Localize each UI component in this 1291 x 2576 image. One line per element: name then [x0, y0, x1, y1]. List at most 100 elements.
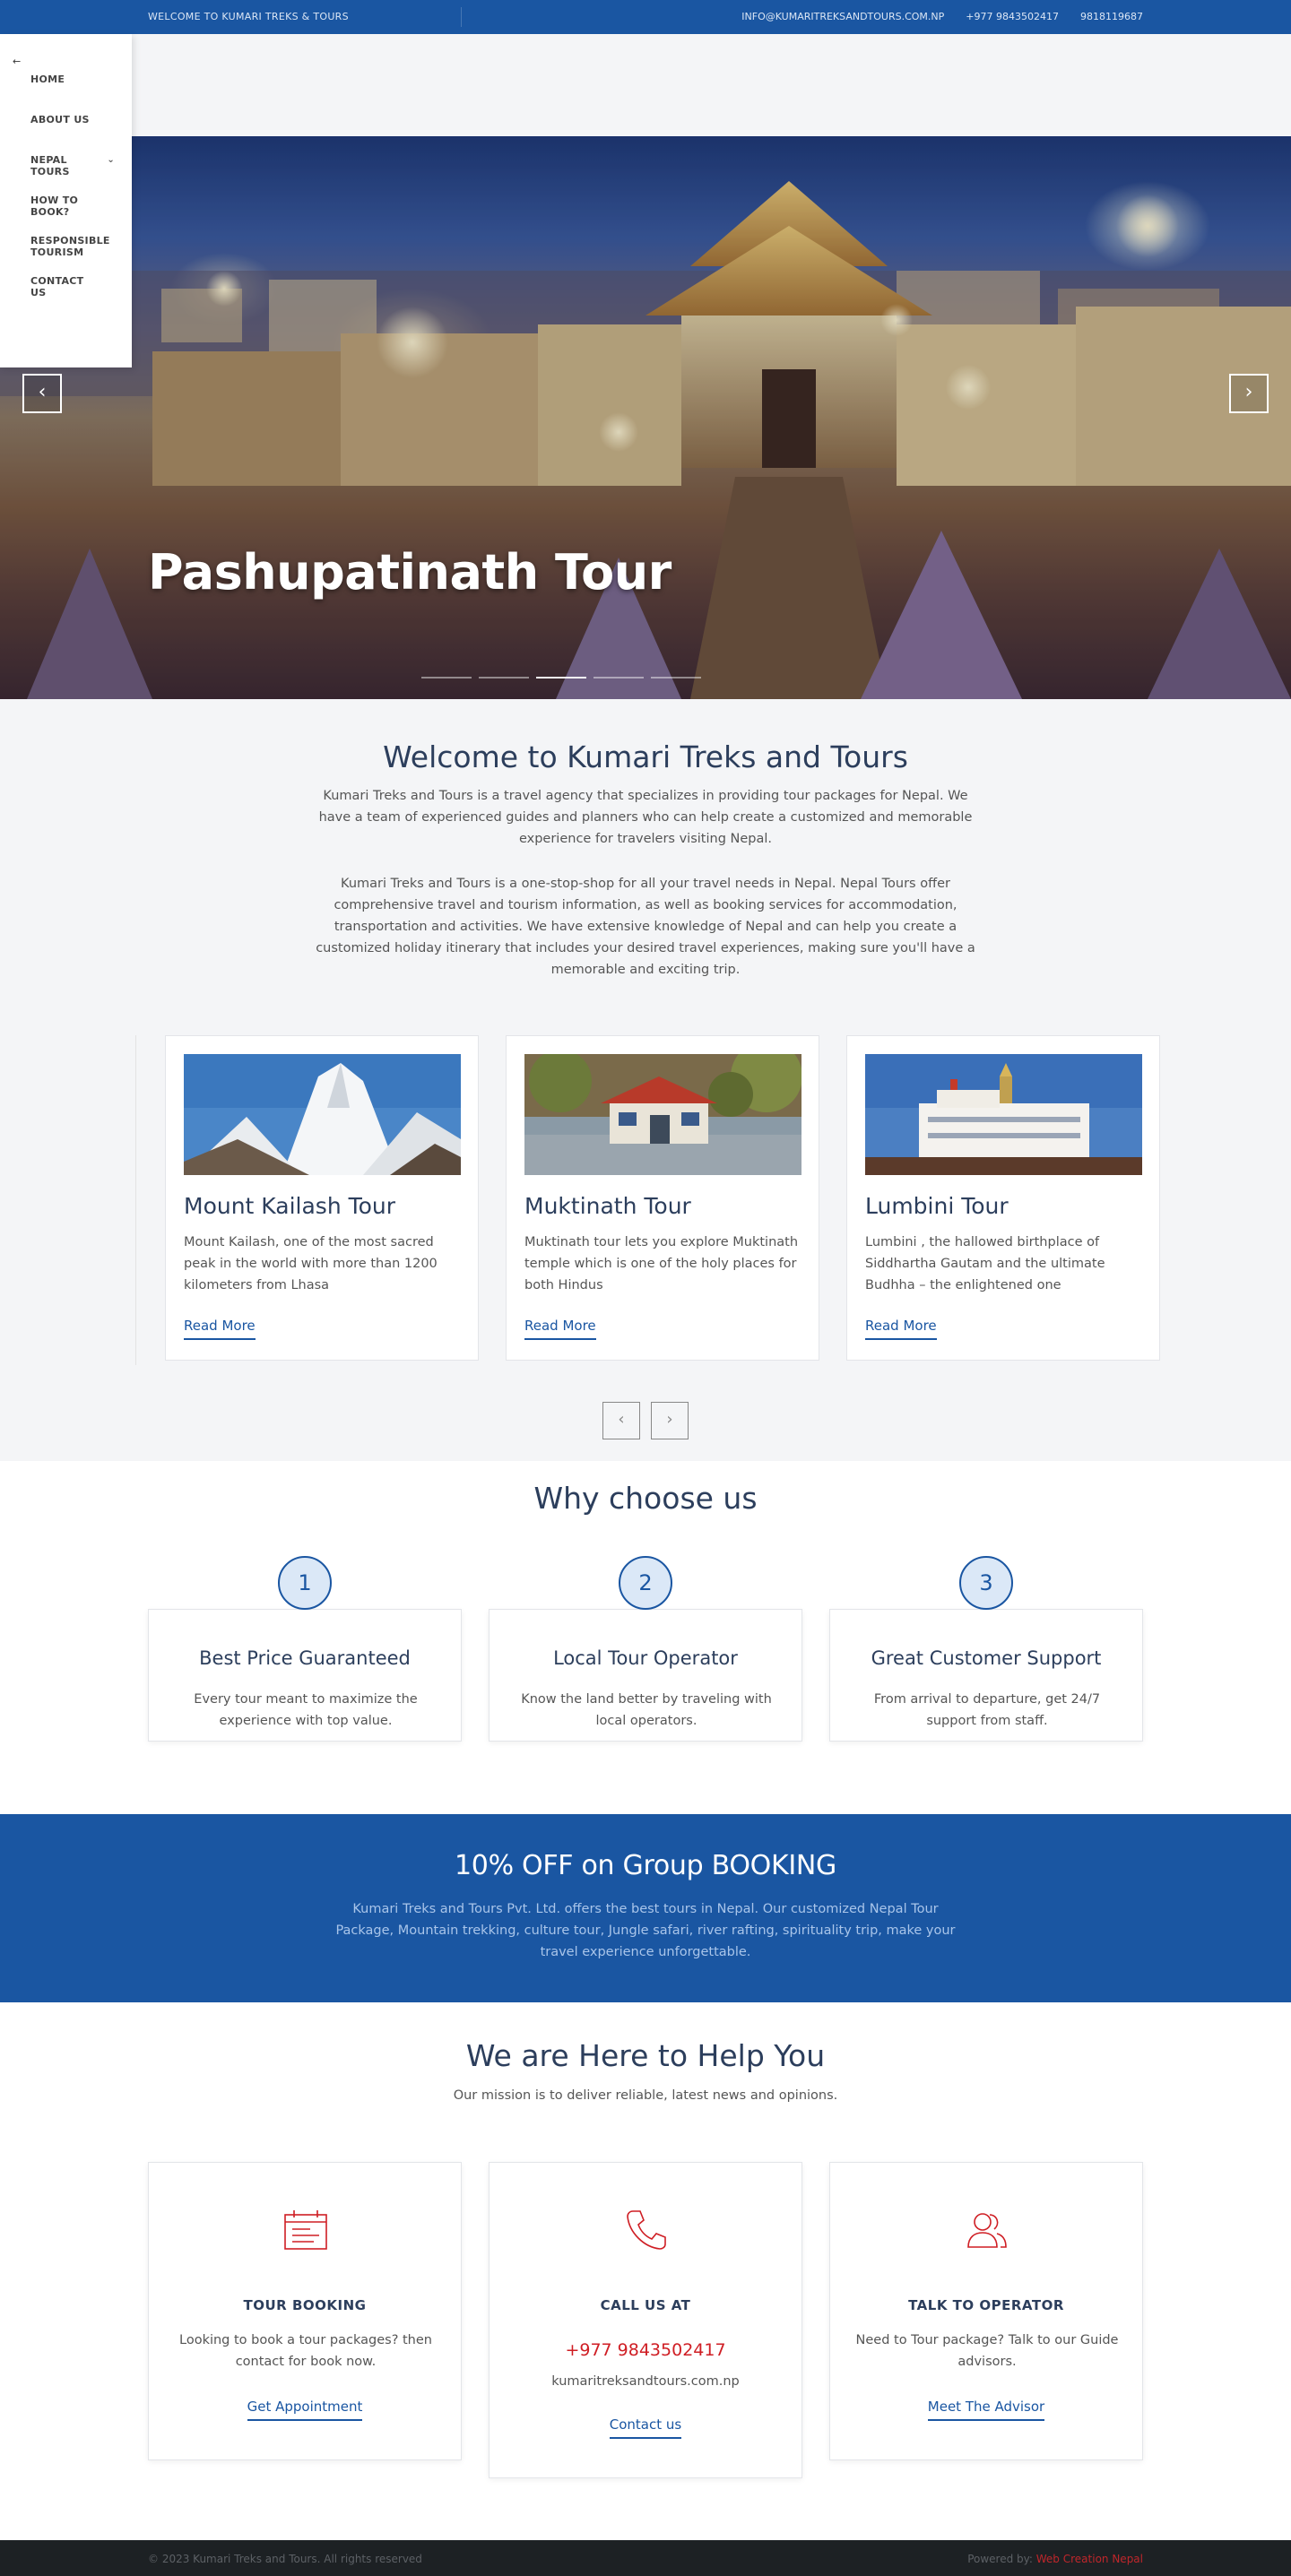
phone-number[interactable]: +977 9843502417	[490, 2340, 801, 2360]
chevron-right-icon: ›	[666, 1410, 673, 1429]
welcome-paragraph-2: Kumari Treks and Tours is a one-stop-sho…	[316, 877, 975, 977]
link-wrap: Meet The Advisor	[830, 2398, 1142, 2421]
phone-link-1[interactable]: +977 9843502417	[966, 11, 1059, 22]
promo-heading: 10% OFF on Group BOOKING	[455, 1850, 836, 1881]
hero-next-button[interactable]: ›	[1229, 374, 1269, 413]
menu-item-home[interactable]: HOME	[30, 73, 120, 114]
tour-title: Muktinath Tour	[524, 1193, 691, 1219]
hero-prev-button[interactable]: ‹	[22, 374, 62, 413]
why-choose-us-section: Why choose us Best Price Guaranteed Ever…	[0, 1461, 1291, 1814]
powered-by-brand-link[interactable]: Web Creation Nepal	[1036, 2553, 1143, 2565]
help-card-operator: TALK TO OPERATOR Need to Tour package? T…	[829, 2162, 1143, 2460]
welcome-heading: Welcome to Kumari Treks and Tours	[383, 739, 908, 774]
slider-dot[interactable]	[421, 677, 472, 679]
menu-item-responsible-tourism[interactable]: RESPONSIBLE TOURISM	[30, 235, 120, 275]
calendar-icon	[284, 2210, 327, 2250]
tour-description: Lumbini , the hallowed birthplace of Sid…	[865, 1235, 1105, 1292]
promo-text: Kumari Treks and Tours Pvt. Ltd. offers …	[335, 1902, 956, 1959]
feature-title: Local Tour Operator	[553, 1647, 738, 1669]
welcome-paragraph-1: Kumari Treks and Tours is a travel agenc…	[318, 789, 973, 846]
help-card-booking: TOUR BOOKING Looking to book a tour pack…	[148, 2162, 462, 2460]
website-text: kumaritreksandtours.com.np	[551, 2374, 740, 2389]
tour-image-lumbini	[865, 1054, 1142, 1175]
help-card-call: CALL US AT +977 9843502417 kumaritreksan…	[489, 2162, 802, 2478]
promo-banner: 10% OFF on Group BOOKING Kumari Treks an…	[0, 1814, 1291, 2002]
help-card-description: Looking to book a tour packages? then co…	[179, 2333, 432, 2369]
tour-card: Lumbini Tour Lumbini , the hallowed birt…	[846, 1035, 1160, 1361]
link-wrap: Contact us	[490, 2416, 801, 2439]
menu-item-label: ABOUT US	[30, 114, 90, 125]
slider-dot[interactable]	[651, 677, 701, 679]
menu-item-label: HOW TO BOOK?	[30, 194, 79, 218]
link-wrap: Get Appointment	[149, 2398, 461, 2421]
feature-title: Best Price Guaranteed	[199, 1647, 411, 1669]
help-subtitle: Our mission is to deliver reliable, late…	[453, 2088, 838, 2103]
menu-list: HOME ABOUT US NEPAL TOURS ⌄ HOW TO BOOK? …	[30, 73, 120, 316]
top-bar: WELCOME TO KUMARI TREKS & TOURS INFO@KUM…	[0, 0, 1291, 34]
tour-description: Mount Kailash, one of the most sacred pe…	[184, 1235, 438, 1292]
tour-carousel: Mount Kailash Tour Mount Kailash, one of…	[135, 1035, 1160, 1365]
menu-item-how-to-book[interactable]: HOW TO BOOK?	[30, 194, 120, 235]
slider-dots	[421, 677, 701, 679]
contact-info: INFO@KUMARITREKSANDTOURS.COM.NP +977 984…	[741, 11, 1143, 22]
get-appointment-link[interactable]: Get Appointment	[247, 2399, 363, 2421]
read-more-link[interactable]: Read More	[865, 1318, 937, 1340]
contact-us-link[interactable]: Contact us	[609, 2416, 682, 2439]
phone-link-2[interactable]: 9818119687	[1080, 11, 1143, 22]
slider-dot[interactable]	[594, 677, 644, 679]
tour-prev-button[interactable]: ‹	[602, 1402, 640, 1439]
side-menu: ← HOME ABOUT US NEPAL TOURS ⌄ HOW TO BOOK…	[0, 34, 132, 367]
chevron-left-icon: ‹	[38, 381, 47, 403]
help-heading: We are Here to Help You	[465, 2038, 826, 2073]
hero-title: Pashupatinath Tour	[148, 544, 671, 601]
feature-card: Best Price Guaranteed Every tour meant t…	[148, 1609, 462, 1742]
users-icon	[967, 2213, 1007, 2248]
powered-by-label: Powered by:	[967, 2553, 1033, 2565]
footer: © 2023 Kumari Treks and Tours. All right…	[0, 2540, 1291, 2576]
feature-description: From arrival to departure, get 24/7 supp…	[873, 1692, 1101, 1728]
welcome-text: WELCOME TO KUMARI TREKS & TOURS	[148, 11, 349, 22]
tour-image-kailash	[184, 1054, 461, 1175]
feature-card: Great Customer Support From arrival to d…	[829, 1609, 1143, 1742]
hero-image	[0, 136, 1291, 699]
tour-next-button[interactable]: ›	[651, 1402, 689, 1439]
chevron-down-icon[interactable]: ⌄	[107, 154, 115, 166]
feature-description: Know the land better by traveling with l…	[521, 1692, 772, 1728]
tour-title: Lumbini Tour	[865, 1193, 1009, 1219]
divider	[461, 7, 462, 27]
copyright-text: © 2023 Kumari Treks and Tours. All right…	[148, 2553, 422, 2565]
read-more-link[interactable]: Read More	[184, 1318, 256, 1340]
menu-item-label: CONTACT US	[30, 275, 84, 298]
meet-advisor-link[interactable]: Meet The Advisor	[927, 2399, 1045, 2421]
feature-number-badge: 1	[278, 1556, 332, 1610]
tour-description: Muktinath tour lets you explore Muktinat…	[524, 1235, 799, 1292]
feature-number-badge: 2	[619, 1556, 672, 1610]
feature-number-badge: 3	[959, 1556, 1013, 1610]
phone-icon	[627, 2210, 666, 2250]
menu-item-label: HOME	[30, 73, 65, 85]
powered-by: Powered by: Web Creation Nepal	[967, 2553, 1143, 2565]
menu-item-contact-us[interactable]: CONTACT US	[30, 275, 120, 316]
hero-slider: ‹ › Pashupatinath Tour	[0, 136, 1291, 699]
tour-card: Mount Kailash Tour Mount Kailash, one of…	[165, 1035, 479, 1361]
tour-image-muktinath	[524, 1054, 801, 1175]
help-card-title: TALK TO OPERATOR	[908, 2297, 1064, 2313]
menu-item-label: NEPAL TOURS	[30, 154, 70, 177]
tour-title: Mount Kailash Tour	[184, 1193, 396, 1219]
slider-dot-active[interactable]	[536, 677, 586, 679]
read-more-link[interactable]: Read More	[524, 1318, 596, 1340]
left-arrow-icon[interactable]: ←	[13, 56, 21, 67]
welcome-section: Welcome to Kumari Treks and Tours Kumari…	[0, 699, 1291, 1461]
menu-item-nepal-tours[interactable]: NEPAL TOURS ⌄	[30, 154, 120, 194]
chevron-left-icon: ‹	[618, 1410, 625, 1429]
menu-item-about-us[interactable]: ABOUT US	[30, 114, 120, 154]
help-card-title: CALL US AT	[600, 2297, 691, 2313]
chevron-right-icon: ›	[1244, 381, 1253, 403]
help-card-title: TOUR BOOKING	[243, 2297, 367, 2313]
slider-dot[interactable]	[479, 677, 529, 679]
menu-item-label: RESPONSIBLE TOURISM	[30, 235, 110, 258]
help-section: We are Here to Help You Our mission is t…	[0, 2002, 1291, 2540]
email-link[interactable]: INFO@KUMARITREKSANDTOURS.COM.NP	[741, 11, 944, 22]
feature-description: Every tour meant to maximize the experie…	[194, 1692, 418, 1728]
help-card-description: Need to Tour package? Talk to our Guide …	[855, 2333, 1119, 2369]
